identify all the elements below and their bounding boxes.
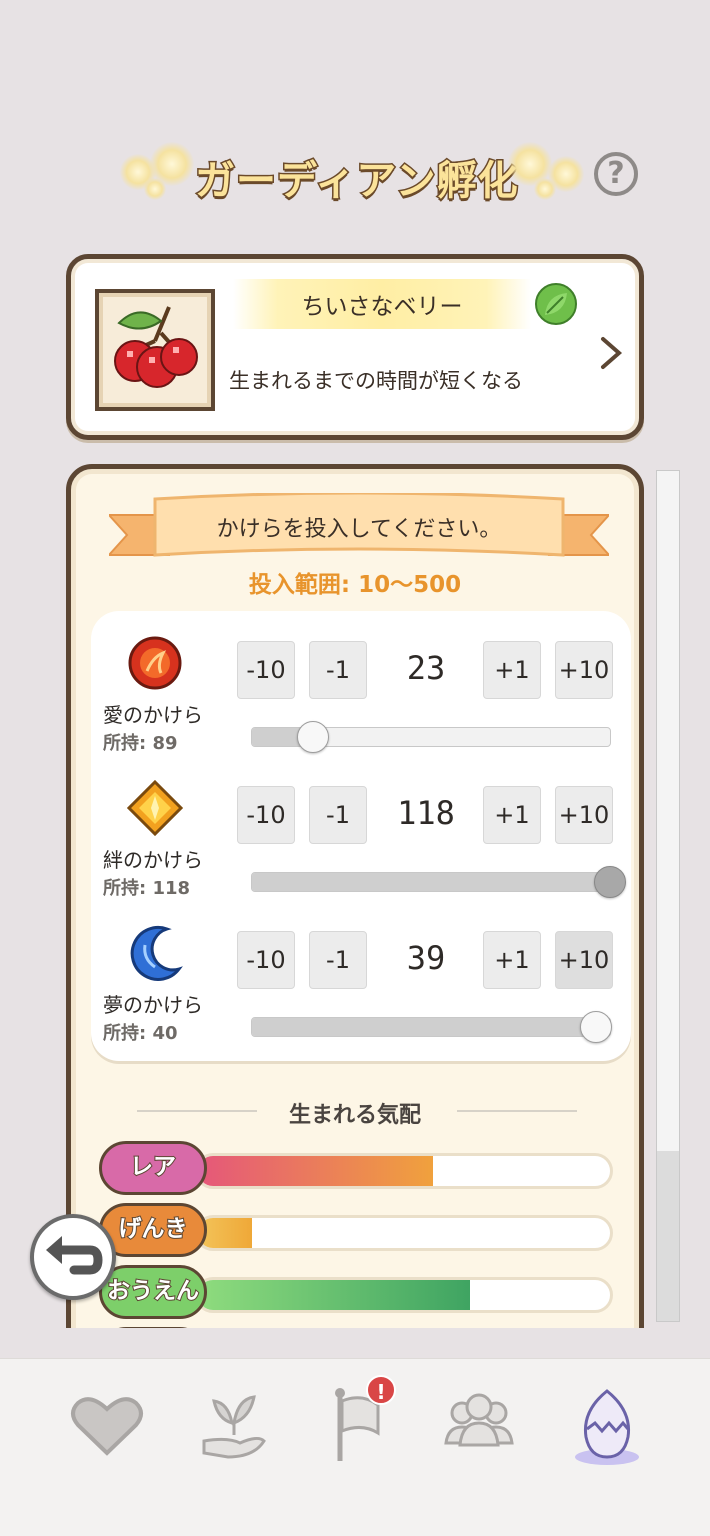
return-arrow-icon: [46, 1236, 103, 1275]
fragment-name: 夢のかけら: [103, 993, 203, 1017]
trait-bar: [195, 1215, 613, 1251]
sparkle-icon: [534, 178, 556, 200]
back-button[interactable]: [30, 1214, 116, 1300]
plus1-button[interactable]: +1: [483, 786, 541, 844]
minus1-button[interactable]: -1: [309, 641, 367, 699]
slider-thumb[interactable]: [594, 866, 626, 898]
bottom-nav: !: [0, 1358, 710, 1536]
fragment-owned: 所持: 40: [103, 1023, 178, 1044]
fragment-owned: 所持: 118: [103, 878, 191, 899]
blue-moon-icon: [130, 925, 183, 981]
panel-clip: [0, 1328, 710, 1358]
slider-fill: [252, 1018, 596, 1036]
leaf-icon: [535, 283, 577, 325]
trait-row-genki: げんき: [99, 1203, 619, 1259]
fragment-box: 愛のかけら 所持: 89 -10 -1 23 +1 +10 絆のかけら 所持: …: [91, 611, 631, 1061]
minus1-button[interactable]: -1: [309, 786, 367, 844]
input-range: 投入範囲: 10〜500: [248, 572, 462, 598]
minus10-button[interactable]: -10: [237, 641, 295, 699]
egg-icon: [575, 1389, 639, 1465]
heart-icon: [71, 1397, 143, 1456]
instruction-text: かけらを投入してください。: [216, 517, 502, 542]
plus10-button[interactable]: +10: [555, 786, 613, 844]
fragment-row-dream: 夢のかけら 所持: 40 -10 -1 39 +1 +10: [91, 905, 631, 1050]
notification-badge: !: [366, 1375, 396, 1405]
scrollbar[interactable]: [656, 470, 680, 1322]
page-title: ガーディアン孵化: [194, 157, 520, 206]
trait-row-ouen: おうえん: [99, 1265, 619, 1321]
trait-fill: [198, 1156, 433, 1186]
trait-label: おうえん: [99, 1265, 207, 1319]
group-icon: [444, 1393, 514, 1447]
fragment-value: 23: [406, 649, 446, 687]
sprout-hand-icon: [202, 1395, 266, 1459]
item-name: ちいさなベリー: [301, 294, 463, 320]
item-card[interactable]: ちいさなベリー 生まれるまでの時間が短くなる: [66, 254, 644, 440]
cherry-icon: [114, 306, 198, 388]
hatch-panel: かけらを投入してください。 投入範囲: 10〜500 愛のかけら 所持: 89 …: [66, 464, 644, 1381]
item-description: 生まれるまでの時間が短くなる: [229, 369, 523, 393]
fragment-name: 愛のかけら: [103, 703, 203, 727]
red-orb-icon: [128, 636, 182, 690]
divider: [457, 1110, 577, 1112]
sparkle-icon: [144, 178, 166, 200]
fragment-name: 絆のかけら: [103, 848, 203, 872]
fragment-owned: 所持: 89: [103, 733, 178, 754]
fragment-row-bond: 絆のかけら 所持: 118 -10 -1 118 +1 +10: [91, 760, 631, 905]
slider-fill: [252, 873, 610, 891]
trait-bar: [195, 1277, 613, 1313]
fragment-row-love: 愛のかけら 所持: 89 -10 -1 23 +1 +10: [91, 615, 631, 760]
nav-group[interactable]: [434, 1379, 524, 1469]
nav-sprout[interactable]: [188, 1379, 278, 1469]
trait-row-rare: レア: [99, 1141, 619, 1197]
fragment-slider[interactable]: [251, 721, 611, 753]
plus1-button[interactable]: +1: [483, 931, 541, 989]
slider-thumb[interactable]: [296, 721, 329, 753]
fragment-slider[interactable]: [251, 1011, 612, 1043]
help-button[interactable]: ?: [594, 152, 638, 196]
slider-thumb[interactable]: [579, 1011, 612, 1043]
scrollbar-thumb[interactable]: [657, 1151, 679, 1321]
signs-title: 生まれる気配: [288, 1103, 421, 1128]
minus10-button[interactable]: -10: [237, 931, 295, 989]
item-icon-frame: [95, 289, 215, 411]
fragment-value: 39: [406, 939, 446, 977]
plus10-button[interactable]: +10: [555, 641, 613, 699]
fragment-value: 118: [397, 794, 455, 832]
minus1-button[interactable]: -1: [309, 931, 367, 989]
nav-heart[interactable]: [62, 1379, 152, 1469]
trait-label: レア: [99, 1141, 207, 1195]
minus10-button[interactable]: -10: [237, 786, 295, 844]
plus1-button[interactable]: +1: [483, 641, 541, 699]
item-name-band: ちいさなベリー: [233, 279, 531, 329]
nav-egg[interactable]: [562, 1379, 652, 1469]
trait-bar: [195, 1153, 613, 1189]
trait-fill: [198, 1280, 470, 1310]
plus10-button[interactable]: +10: [555, 931, 613, 989]
title-area: ガーディアン孵化 ?: [0, 140, 710, 210]
instruction-ribbon: かけらを投入してください。: [106, 491, 612, 567]
orange-diamond-icon: [127, 780, 183, 836]
fragment-slider[interactable]: [251, 866, 626, 898]
chevron-right-icon[interactable]: [597, 333, 625, 373]
